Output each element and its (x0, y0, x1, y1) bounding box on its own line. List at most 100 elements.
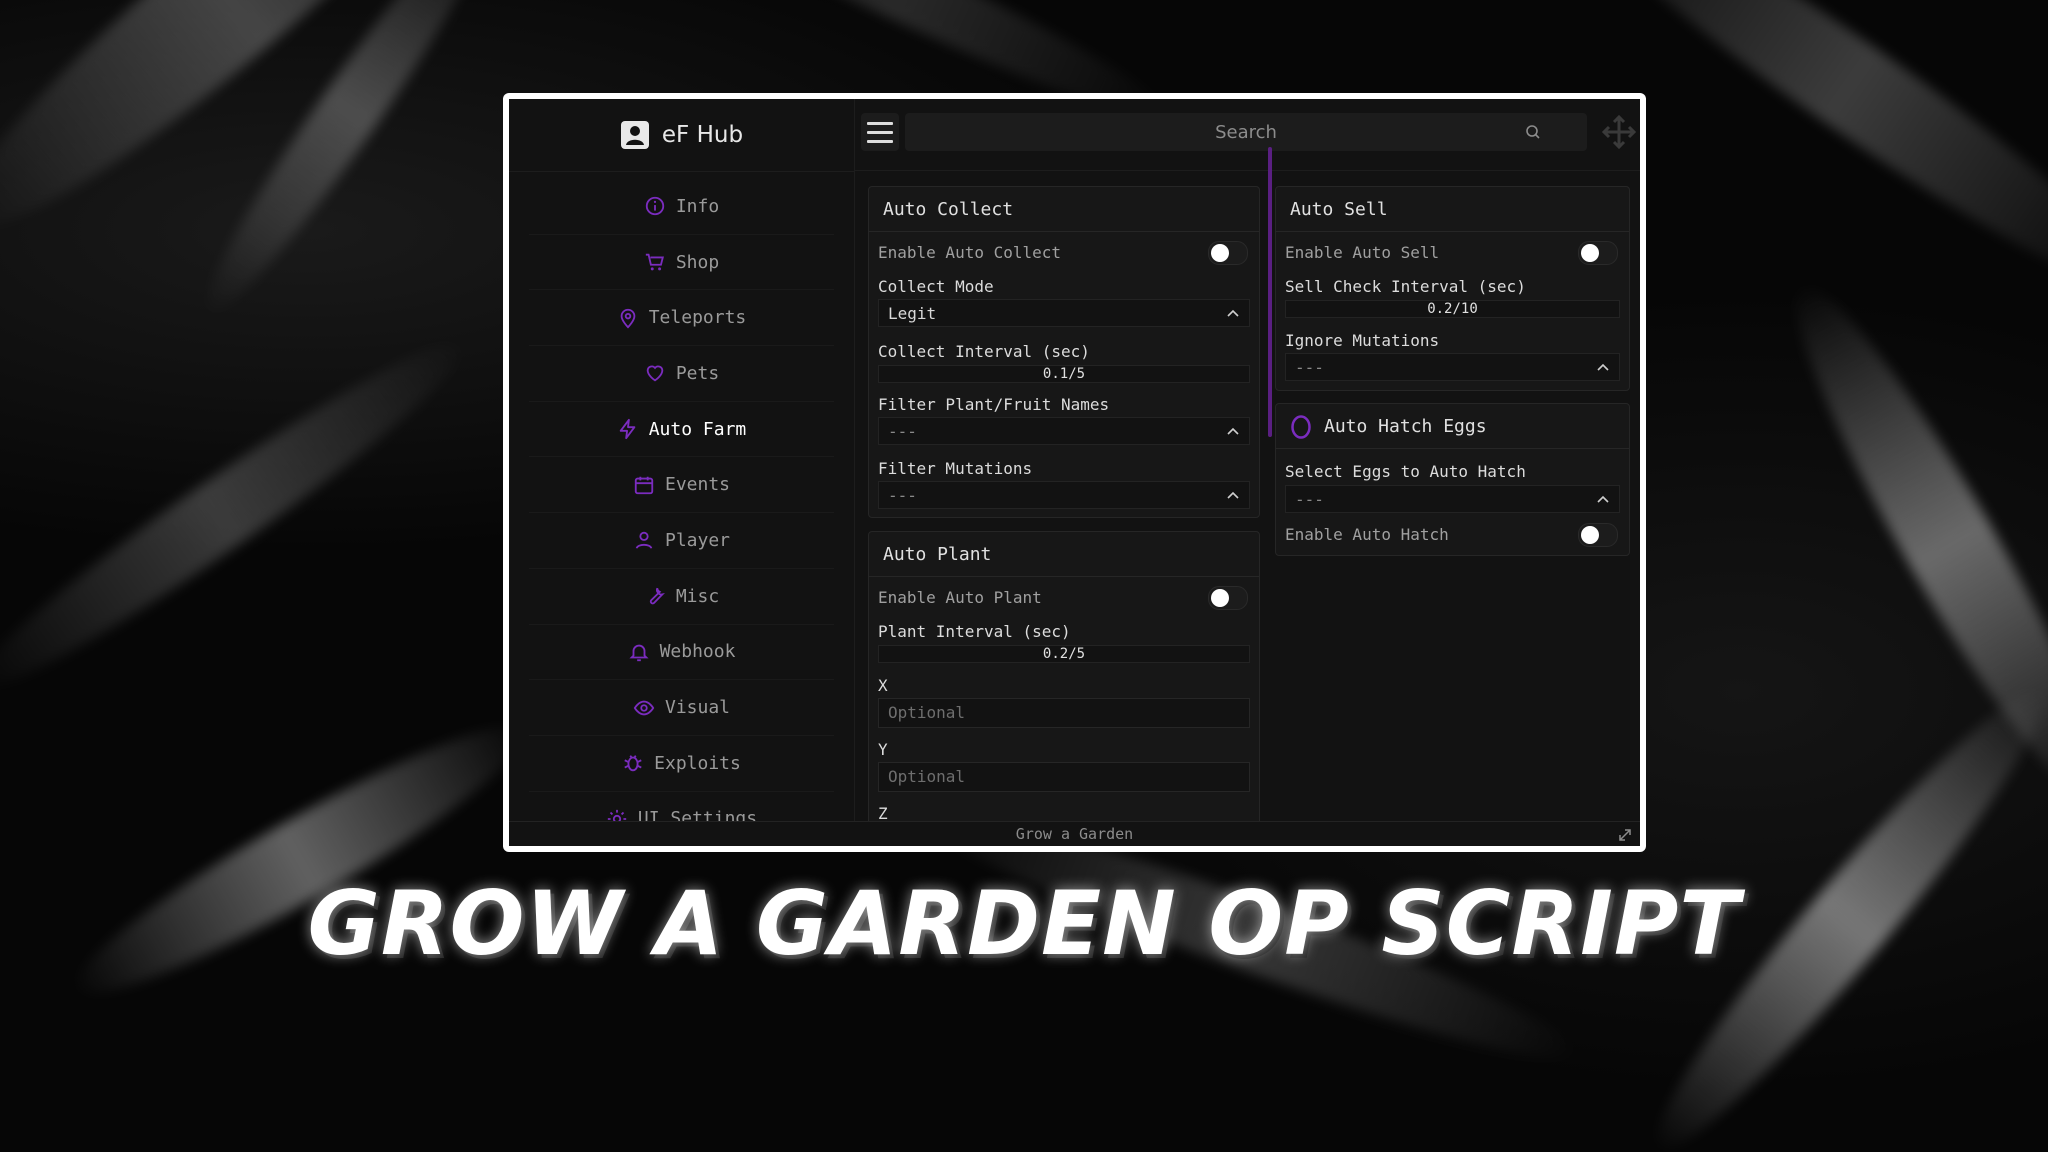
egg-icon (1291, 415, 1311, 439)
sidebar-item-label: Events (664, 474, 731, 496)
window-footer: Grow a Garden (509, 821, 1640, 846)
filter-names-dropdown[interactable]: --- (878, 417, 1250, 445)
dropdown-value: --- (1295, 357, 1324, 377)
search-input[interactable]: Search (905, 113, 1587, 151)
sidebar-item-player[interactable]: Player (529, 513, 834, 569)
sidebar-item-label: Auto Farm (648, 418, 747, 440)
chevron-up-icon (1227, 427, 1239, 435)
sidebar-item-misc[interactable]: Misc (529, 569, 834, 625)
eye-icon (633, 700, 655, 715)
sidebar-item-events[interactable]: Events (529, 457, 834, 514)
sidebar-item-label: Info (675, 195, 720, 217)
footer-title: Grow a Garden (1015, 825, 1134, 843)
chevron-up-icon (1227, 309, 1239, 317)
cart-icon (645, 253, 664, 271)
wrench-icon (649, 588, 665, 605)
x-label: X (878, 676, 888, 695)
sidebar-item-label: Pets (675, 362, 720, 384)
sidebar-item-exploits[interactable]: Exploits (529, 736, 834, 792)
panel-title: Auto Plant (869, 532, 1259, 577)
info-icon (645, 197, 664, 216)
sidebar-item-label: Player (664, 529, 731, 551)
sidebar-item-webhook[interactable]: Webhook (529, 625, 834, 681)
sidebar-item-label: Misc (675, 585, 720, 607)
chevron-up-icon (1597, 363, 1609, 371)
ignore-mutations-label: Ignore Mutations (1285, 331, 1440, 350)
auto-sell-panel: Auto Sell Enable Auto Sell Sell Check In… (1275, 186, 1630, 391)
toggle-label: Enable Auto Sell (1285, 243, 1440, 262)
user-badge-icon (620, 121, 649, 149)
window-content: eF Hub Info Shop Teleports Pets Auto Far… (509, 99, 1640, 846)
menu-button[interactable] (861, 113, 899, 151)
y-input[interactable]: Optional (878, 762, 1250, 792)
panel-title: Auto Hatch Eggs (1324, 415, 1487, 437)
collect-mode-label: Collect Mode (878, 277, 994, 296)
header-divider (854, 170, 1640, 171)
plant-interval-slider[interactable]: 0.2/5 (878, 645, 1250, 663)
enable-auto-sell-row: Enable Auto Sell (1285, 241, 1620, 265)
sidebar-item-info[interactable]: Info (529, 179, 834, 235)
y-label: Y (878, 740, 888, 759)
dropdown-value: Legit (888, 303, 937, 323)
sidebar-item-label: Visual (664, 697, 731, 719)
select-eggs-label: Select Eggs to Auto Hatch (1285, 462, 1526, 481)
resize-icon[interactable] (1618, 828, 1632, 842)
enable-auto-collect-toggle[interactable] (1208, 241, 1248, 265)
sidebar-nav: Info Shop Teleports Pets Auto Farm Event… (509, 179, 854, 846)
x-input[interactable]: Optional (878, 698, 1250, 728)
app-title: eF Hub (661, 122, 744, 148)
sidebar-item-label: Exploits (654, 752, 741, 774)
sidebar-item-shop[interactable]: Shop (529, 235, 834, 291)
collect-mode-dropdown[interactable]: Legit (878, 299, 1250, 327)
bug-icon (624, 755, 642, 772)
app-window: eF Hub Info Shop Teleports Pets Auto Far… (503, 93, 1646, 852)
sidebar-item-label: Webhook (659, 641, 736, 663)
auto-collect-panel: Auto Collect Enable Auto Collect Collect… (868, 186, 1260, 518)
enable-auto-hatch-row: Enable Auto Hatch (1285, 523, 1620, 547)
enable-auto-hatch-toggle[interactable] (1578, 523, 1618, 547)
bell-icon (629, 644, 649, 662)
filter-names-label: Filter Plant/Fruit Names (878, 395, 1110, 414)
brand: eF Hub (509, 99, 854, 172)
enable-auto-sell-toggle[interactable] (1578, 241, 1618, 265)
enable-auto-plant-row: Enable Auto Plant (878, 586, 1250, 610)
collect-interval-label: Collect Interval (sec) (878, 342, 1090, 361)
collect-interval-slider[interactable]: 0.1/5 (878, 365, 1250, 383)
dropdown-value: --- (888, 421, 917, 441)
move-icon[interactable] (1600, 113, 1638, 151)
sidebar-item-pets[interactable]: Pets (529, 346, 834, 402)
map-pin-icon (620, 308, 636, 329)
sell-interval-label: Sell Check Interval (sec) (1285, 277, 1526, 296)
sidebar-item-auto-farm[interactable]: Auto Farm (529, 402, 834, 458)
chevron-up-icon (1227, 491, 1239, 499)
filter-mutations-label: Filter Mutations (878, 459, 1033, 478)
plant-interval-label: Plant Interval (sec) (878, 622, 1071, 641)
toggle-label: Enable Auto Plant (878, 588, 1042, 607)
dropdown-value: --- (1295, 489, 1324, 509)
dropdown-value: --- (888, 485, 917, 505)
chevron-up-icon (1597, 495, 1609, 503)
panel-title-row: Auto Hatch Eggs (1276, 404, 1629, 449)
toggle-label: Enable Auto Collect (878, 243, 1062, 262)
ignore-mutations-dropdown[interactable]: --- (1285, 353, 1620, 381)
search-placeholder: Search (1215, 121, 1277, 143)
hamburger-line (867, 139, 893, 143)
select-eggs-dropdown[interactable]: --- (1285, 485, 1620, 513)
headline: GROW A GARDEN OP SCRIPT (307, 872, 1741, 975)
filter-mutations-dropdown[interactable]: --- (878, 481, 1250, 509)
search-icon[interactable] (1525, 124, 1541, 140)
enable-auto-collect-row: Enable Auto Collect (878, 241, 1250, 265)
scrollbar[interactable] (1268, 147, 1272, 437)
sidebar-item-visual[interactable]: Visual (529, 680, 834, 736)
hamburger-line (867, 121, 893, 125)
heart-icon (646, 365, 664, 382)
hamburger-line (867, 130, 893, 134)
panel-title: Auto Sell (1276, 187, 1629, 232)
sidebar-item-label: Shop (675, 251, 720, 273)
sell-interval-slider[interactable]: 0.2/10 (1285, 300, 1620, 318)
sidebar-item-teleports[interactable]: Teleports (529, 290, 834, 347)
enable-auto-plant-toggle[interactable] (1208, 586, 1248, 610)
lightning-icon (619, 419, 636, 440)
user-icon (635, 532, 653, 550)
toggle-label: Enable Auto Hatch (1285, 525, 1449, 544)
